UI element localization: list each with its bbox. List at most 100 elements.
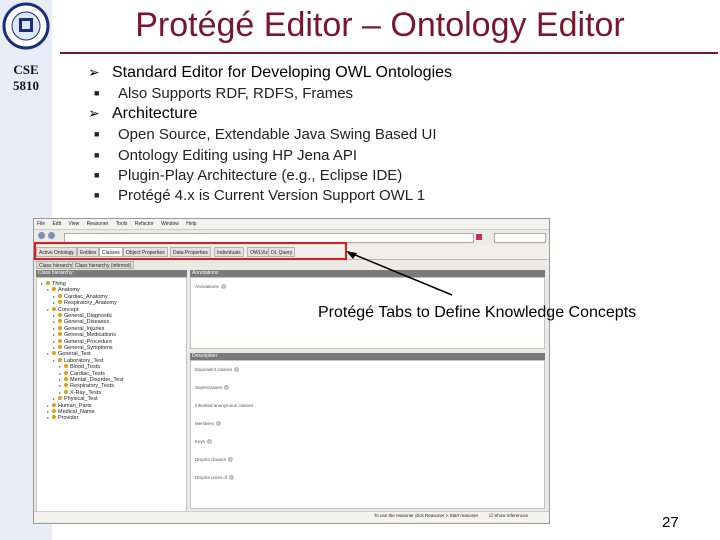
arrow-bullet-icon: ➢: [88, 105, 100, 121]
description-row: Superclasses +: [195, 385, 230, 390]
tree-node-label: Provider: [58, 415, 79, 422]
show-inferences-checkbox[interactable]: ☑ Show Inferences: [489, 513, 528, 519]
forward-arrow-icon[interactable]: [48, 232, 55, 239]
class-icon: [52, 402, 56, 407]
tree-node[interactable]: ▸ X-Ray_Tests: [59, 389, 101, 396]
tree-node[interactable]: ▸ Mental_Disorder_Test: [59, 377, 124, 383]
description-row: Members +: [195, 421, 221, 426]
tree-node[interactable]: ▸ Physical_Test: [53, 396, 98, 402]
tree-node[interactable]: ▸ General_Test: [47, 351, 91, 357]
annotations-header: Annotations: [190, 270, 545, 277]
class-icon: [58, 313, 62, 317]
class-icon: [52, 415, 56, 420]
subtab-class-hierarchy[interactable]: Class hierarchy: [36, 261, 77, 269]
subtab-class-hierarchy-inferred[interactable]: Class hierarchy (inferred): [72, 261, 135, 269]
add-icon[interactable]: +: [224, 385, 230, 390]
back-arrow-icon[interactable]: [38, 232, 45, 239]
class-icon: [52, 351, 56, 356]
tree-node[interactable]: ▸ Laboratory_Test: [53, 357, 104, 364]
class-icon: [58, 325, 62, 330]
add-icon[interactable]: +: [229, 475, 235, 480]
class-icon: [64, 370, 68, 375]
square-bullet-icon: ■: [94, 88, 100, 98]
tree-node[interactable]: ▸ General_Injuries: [53, 325, 105, 332]
class-icon: [64, 389, 68, 394]
tabs-highlight-box: [34, 242, 347, 260]
square-bullet-icon: ■: [94, 170, 100, 180]
tree-node[interactable]: ▸ General_Procedure: [53, 338, 113, 345]
class-icon: [58, 319, 62, 324]
tree-node-label: Concept: [58, 306, 79, 313]
tree-node[interactable]: ▸ Concept: [47, 306, 79, 313]
add-icon[interactable]: +: [234, 367, 240, 372]
add-icon[interactable]: +: [220, 284, 226, 289]
tree-node[interactable]: ▸ Cardiac_Anatomy: [53, 293, 108, 300]
menu-window[interactable]: Window: [161, 221, 179, 227]
class-icon: [52, 409, 56, 413]
add-icon[interactable]: +: [228, 457, 234, 462]
bullet-standard-editor: ➢ Standard Editor for Developing OWL Onto…: [88, 64, 453, 81]
sub-bullet: ■ Plugin-Play Architecture (e.g., Eclipse…: [94, 167, 403, 184]
tree-node[interactable]: ▸ Respiratory_Anatomy: [53, 300, 117, 306]
class-icon: [64, 377, 68, 381]
description-row: Keys +: [195, 439, 213, 444]
tree-node[interactable]: ▸ General_Medications: [53, 332, 116, 338]
class-icon: [52, 306, 56, 311]
menu-tools[interactable]: Tools: [116, 221, 128, 227]
course-code: CSE 5810: [13, 62, 39, 93]
square-bullet-icon: ■: [94, 150, 100, 160]
search-input[interactable]: [494, 233, 546, 243]
tree-node[interactable]: ▸ Provider: [47, 415, 78, 421]
menu-refactor[interactable]: Refactor: [135, 221, 154, 227]
tree-node-label: General_Symptoms: [64, 345, 113, 351]
tree-node[interactable]: ▸ General_Symptoms: [53, 345, 113, 351]
class-hierarchy-pane: ▸ Thing ▸ Anatomy ▸ Cardiac_Anatomy ▸ Respirato…: [36, 277, 187, 517]
description-pane: Equivalent classes + Superclasses + Inheri…: [190, 360, 545, 509]
class-hierarchy-header: Class hierarchy:: [36, 270, 187, 277]
class-icon: [58, 300, 62, 305]
sub-bullet: ■ Also Supports RDF, RDFS, Frames: [94, 85, 354, 102]
tree-node-label: General_Injuries: [64, 325, 105, 332]
sub-bullet: ■ Ontology Editing using HP Jena API: [94, 147, 358, 164]
class-icon: [52, 287, 56, 292]
reasoner-status-text: To use the reasoner click Reasoner > Sta…: [374, 513, 479, 518]
menu-view[interactable]: View: [68, 221, 79, 227]
tree-node-label: Respiratory_Anatomy: [64, 300, 117, 307]
tree-node-label: Cardiac_Anatomy: [64, 293, 108, 300]
search-icon[interactable]: [476, 234, 482, 240]
tree-node-label: General_Diseases: [64, 319, 110, 326]
tree-node-label: General_Test: [58, 351, 91, 358]
tree-node[interactable]: ▸ Human_Parts: [47, 402, 92, 409]
description-row: Disjoint union of +: [195, 475, 235, 480]
tree-node[interactable]: ▸ Medical_Name: [47, 409, 95, 415]
sub-bullet: ■ Open Source, Extendable Java Swing Base…: [94, 126, 437, 143]
page-number: 27: [662, 514, 679, 531]
tree-node-label: Cardiac_Tests: [70, 370, 105, 377]
menu-edit[interactable]: Edit: [52, 221, 61, 227]
tree-node-label: Physical_Test: [64, 396, 98, 403]
tree-node-label: General_Diagnostic: [64, 313, 113, 319]
menu-bar: File Edit View Reasoner Tools Refactor W…: [34, 219, 549, 230]
tree-node-label: Mental_Disorder_Test: [70, 377, 124, 383]
class-icon: [58, 293, 62, 298]
tree-node[interactable]: ▸ General_Diseases: [53, 319, 109, 325]
tree-node[interactable]: ▸ Blood_Tests: [59, 364, 100, 370]
tree-node-label: Laboratory_Test: [64, 357, 104, 364]
tree-node[interactable]: ▸ Respiratory_Tests: [59, 383, 114, 389]
tree-node[interactable]: ▸ Anatomy: [47, 287, 80, 293]
tree-node[interactable]: ▸ Cardiac_Tests: [59, 370, 105, 377]
tree-node-label: General_Procedure: [64, 338, 113, 345]
class-icon: [58, 396, 62, 401]
add-icon[interactable]: +: [215, 421, 221, 426]
class-icon: [58, 338, 62, 343]
tree-node[interactable]: ▸ General_Diagnostic: [53, 313, 112, 319]
bullet-architecture: ➢ Architecture: [88, 105, 198, 122]
callout-text: Protégé Tabs to Define Knowledge Concept…: [318, 304, 637, 321]
menu-file[interactable]: File: [37, 221, 45, 227]
protege-screenshot: File Edit View Reasoner Tools Refactor W…: [33, 218, 550, 524]
menu-help[interactable]: Help: [186, 221, 196, 227]
add-icon[interactable]: +: [207, 439, 213, 444]
square-bullet-icon: ■: [94, 190, 100, 200]
menu-reasoner[interactable]: Reasoner: [87, 221, 109, 227]
tree-node[interactable]: ▸ Thing: [41, 281, 66, 287]
